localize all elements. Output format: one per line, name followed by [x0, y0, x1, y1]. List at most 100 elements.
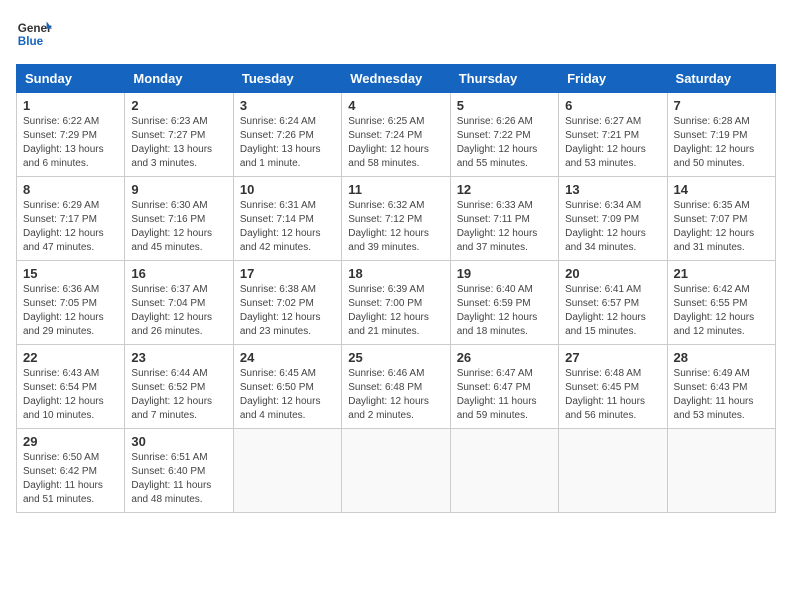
calendar-cell — [450, 429, 558, 513]
day-number: 23 — [131, 350, 226, 365]
calendar-cell: 25 Sunrise: 6:46 AMSunset: 6:48 PMDayligh… — [342, 345, 450, 429]
cell-info: Sunrise: 6:24 AMSunset: 7:26 PMDaylight:… — [240, 115, 335, 171]
calendar-cell — [233, 429, 341, 513]
cell-info: Sunrise: 6:42 AMSunset: 6:55 PMDaylight:… — [674, 283, 769, 339]
day-header-friday: Friday — [559, 65, 667, 93]
calendar-cell: 6 Sunrise: 6:27 AMSunset: 7:21 PMDaylight… — [559, 93, 667, 177]
day-number: 11 — [348, 182, 443, 197]
calendar-cell: 12 Sunrise: 6:33 AMSunset: 7:11 PMDayligh… — [450, 177, 558, 261]
calendar-cell: 3 Sunrise: 6:24 AMSunset: 7:26 PMDaylight… — [233, 93, 341, 177]
day-number: 19 — [457, 266, 552, 281]
calendar-cell: 18 Sunrise: 6:39 AMSunset: 7:00 PMDayligh… — [342, 261, 450, 345]
day-number: 1 — [23, 98, 118, 113]
calendar-cell: 7Sunrise: 6:28 AMSunset: 7:19 PMDaylight… — [667, 93, 775, 177]
calendar-cell — [559, 429, 667, 513]
cell-info: Sunrise: 6:39 AMSunset: 7:00 PMDaylight:… — [348, 283, 443, 339]
calendar-cell: 9Sunrise: 6:30 AMSunset: 7:16 PMDaylight… — [125, 177, 233, 261]
cell-info: Sunrise: 6:30 AMSunset: 7:16 PMDaylight:… — [131, 199, 226, 255]
day-number: 17 — [240, 266, 335, 281]
calendar-cell: 22 Sunrise: 6:43 AMSunset: 6:54 PMDayligh… — [17, 345, 125, 429]
day-header-wednesday: Wednesday — [342, 65, 450, 93]
day-number: 6 — [565, 98, 660, 113]
calendar-cell: 26 Sunrise: 6:47 AMSunset: 6:47 PMDayligh… — [450, 345, 558, 429]
calendar-cell: 19Sunrise: 6:40 AMSunset: 6:59 PMDayligh… — [450, 261, 558, 345]
day-number: 24 — [240, 350, 335, 365]
cell-info: Sunrise: 6:33 AMSunset: 7:11 PMDaylight:… — [457, 199, 552, 255]
cell-info: Sunrise: 6:36 AMSunset: 7:05 PMDaylight:… — [23, 283, 118, 339]
cell-info: Sunrise: 6:41 AMSunset: 6:57 PMDaylight:… — [565, 283, 660, 339]
cell-info: Sunrise: 6:48 AMSunset: 6:45 PMDaylight:… — [565, 367, 660, 423]
cell-info: Sunrise: 6:35 AMSunset: 7:07 PMDaylight:… — [674, 199, 769, 255]
calendar-table: SundayMondayTuesdayWednesdayThursdayFrid… — [16, 64, 776, 513]
day-number: 5 — [457, 98, 552, 113]
cell-info: Sunrise: 6:47 AMSunset: 6:47 PMDaylight:… — [457, 367, 552, 423]
day-number: 12 — [457, 182, 552, 197]
calendar-cell: 29 Sunrise: 6:50 AMSunset: 6:42 PMDayligh… — [17, 429, 125, 513]
cell-info: Sunrise: 6:38 AMSunset: 7:02 PMDaylight:… — [240, 283, 335, 339]
day-number: 14 — [674, 182, 769, 197]
page-header: General Blue — [16, 16, 776, 52]
cell-info: Sunrise: 6:50 AMSunset: 6:42 PMDaylight:… — [23, 451, 118, 507]
cell-info: Sunrise: 6:23 AMSunset: 7:27 PMDaylight:… — [131, 115, 226, 171]
calendar-cell: 1 Sunrise: 6:22 AMSunset: 7:29 PMDaylight… — [17, 93, 125, 177]
day-number: 8 — [23, 182, 118, 197]
calendar-cell: 16 Sunrise: 6:37 AMSunset: 7:04 PMDayligh… — [125, 261, 233, 345]
day-number: 30 — [131, 434, 226, 449]
day-number: 4 — [348, 98, 443, 113]
day-number: 22 — [23, 350, 118, 365]
calendar-cell: 23Sunrise: 6:44 AMSunset: 6:52 PMDayligh… — [125, 345, 233, 429]
day-number: 25 — [348, 350, 443, 365]
cell-info: Sunrise: 6:43 AMSunset: 6:54 PMDaylight:… — [23, 367, 118, 423]
logo: General Blue — [16, 16, 52, 52]
cell-info: Sunrise: 6:28 AMSunset: 7:19 PMDaylight:… — [674, 115, 769, 171]
day-number: 28 — [674, 350, 769, 365]
calendar-cell: 2 Sunrise: 6:23 AMSunset: 7:27 PMDaylight… — [125, 93, 233, 177]
cell-info: Sunrise: 6:22 AMSunset: 7:29 PMDaylight:… — [23, 115, 118, 171]
day-header-sunday: Sunday — [17, 65, 125, 93]
calendar-header-row: SundayMondayTuesdayWednesdayThursdayFrid… — [17, 65, 776, 93]
calendar-body: 1 Sunrise: 6:22 AMSunset: 7:29 PMDaylight… — [17, 93, 776, 513]
day-number: 29 — [23, 434, 118, 449]
cell-info: Sunrise: 6:34 AMSunset: 7:09 PMDaylight:… — [565, 199, 660, 255]
week-row-5: 29 Sunrise: 6:50 AMSunset: 6:42 PMDayligh… — [17, 429, 776, 513]
day-number: 27 — [565, 350, 660, 365]
day-header-monday: Monday — [125, 65, 233, 93]
day-number: 26 — [457, 350, 552, 365]
day-number: 2 — [131, 98, 226, 113]
cell-info: Sunrise: 6:29 AMSunset: 7:17 PMDaylight:… — [23, 199, 118, 255]
calendar-cell: 24Sunrise: 6:45 AMSunset: 6:50 PMDayligh… — [233, 345, 341, 429]
cell-info: Sunrise: 6:37 AMSunset: 7:04 PMDaylight:… — [131, 283, 226, 339]
day-number: 21 — [674, 266, 769, 281]
day-number: 16 — [131, 266, 226, 281]
day-number: 10 — [240, 182, 335, 197]
cell-info: Sunrise: 6:26 AMSunset: 7:22 PMDaylight:… — [457, 115, 552, 171]
day-number: 18 — [348, 266, 443, 281]
cell-info: Sunrise: 6:31 AMSunset: 7:14 PMDaylight:… — [240, 199, 335, 255]
calendar-cell: 30 Sunrise: 6:51 AMSunset: 6:40 PMDayligh… — [125, 429, 233, 513]
calendar-cell: 15 Sunrise: 6:36 AMSunset: 7:05 PMDayligh… — [17, 261, 125, 345]
logo-icon: General Blue — [16, 16, 52, 52]
calendar-cell — [667, 429, 775, 513]
day-number: 3 — [240, 98, 335, 113]
calendar-cell: 27 Sunrise: 6:48 AMSunset: 6:45 PMDayligh… — [559, 345, 667, 429]
svg-text:Blue: Blue — [18, 35, 44, 48]
calendar-cell — [342, 429, 450, 513]
day-header-thursday: Thursday — [450, 65, 558, 93]
cell-info: Sunrise: 6:51 AMSunset: 6:40 PMDaylight:… — [131, 451, 226, 507]
calendar-cell: 20Sunrise: 6:41 AMSunset: 6:57 PMDayligh… — [559, 261, 667, 345]
cell-info: Sunrise: 6:27 AMSunset: 7:21 PMDaylight:… — [565, 115, 660, 171]
calendar-cell: 4 Sunrise: 6:25 AMSunset: 7:24 PMDaylight… — [342, 93, 450, 177]
day-header-saturday: Saturday — [667, 65, 775, 93]
cell-info: Sunrise: 6:32 AMSunset: 7:12 PMDaylight:… — [348, 199, 443, 255]
calendar-cell: 10 Sunrise: 6:31 AMSunset: 7:14 PMDayligh… — [233, 177, 341, 261]
calendar-cell: 11 Sunrise: 6:32 AMSunset: 7:12 PMDayligh… — [342, 177, 450, 261]
day-number: 15 — [23, 266, 118, 281]
cell-info: Sunrise: 6:46 AMSunset: 6:48 PMDaylight:… — [348, 367, 443, 423]
week-row-1: 1 Sunrise: 6:22 AMSunset: 7:29 PMDaylight… — [17, 93, 776, 177]
day-header-tuesday: Tuesday — [233, 65, 341, 93]
calendar-cell: 8 Sunrise: 6:29 AMSunset: 7:17 PMDaylight… — [17, 177, 125, 261]
calendar-cell: 17 Sunrise: 6:38 AMSunset: 7:02 PMDayligh… — [233, 261, 341, 345]
day-number: 13 — [565, 182, 660, 197]
cell-info: Sunrise: 6:25 AMSunset: 7:24 PMDaylight:… — [348, 115, 443, 171]
week-row-2: 8 Sunrise: 6:29 AMSunset: 7:17 PMDaylight… — [17, 177, 776, 261]
